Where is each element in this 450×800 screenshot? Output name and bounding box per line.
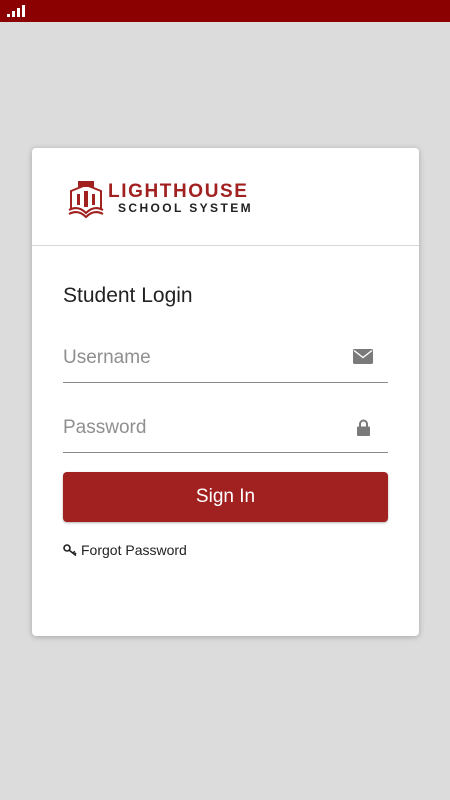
lighthouse-school-logo: LIGHTHOUSE SCHOOL SYSTEM <box>68 181 253 219</box>
signal-bars-icon <box>7 5 25 17</box>
username-field <box>63 335 388 383</box>
key-icon <box>63 544 77 556</box>
page-title: Student Login <box>63 284 193 307</box>
forgot-password-label: Forgot Password <box>81 542 187 558</box>
logo-line1: LIGHTHOUSE <box>108 181 249 202</box>
mail-icon <box>353 349 373 364</box>
logo-header: LIGHTHOUSE SCHOOL SYSTEM <box>32 148 419 246</box>
status-bar <box>0 0 450 22</box>
forgot-password-link[interactable]: Forgot Password <box>63 541 187 559</box>
lock-icon <box>357 419 370 436</box>
password-input[interactable] <box>63 405 343 451</box>
sign-in-button[interactable]: Sign In <box>63 472 388 522</box>
login-card: LIGHTHOUSE SCHOOL SYSTEM Student Login S… <box>32 148 419 636</box>
username-input[interactable] <box>63 335 343 381</box>
logo-line2: SCHOOL SYSTEM <box>118 201 253 215</box>
password-field <box>63 405 388 453</box>
